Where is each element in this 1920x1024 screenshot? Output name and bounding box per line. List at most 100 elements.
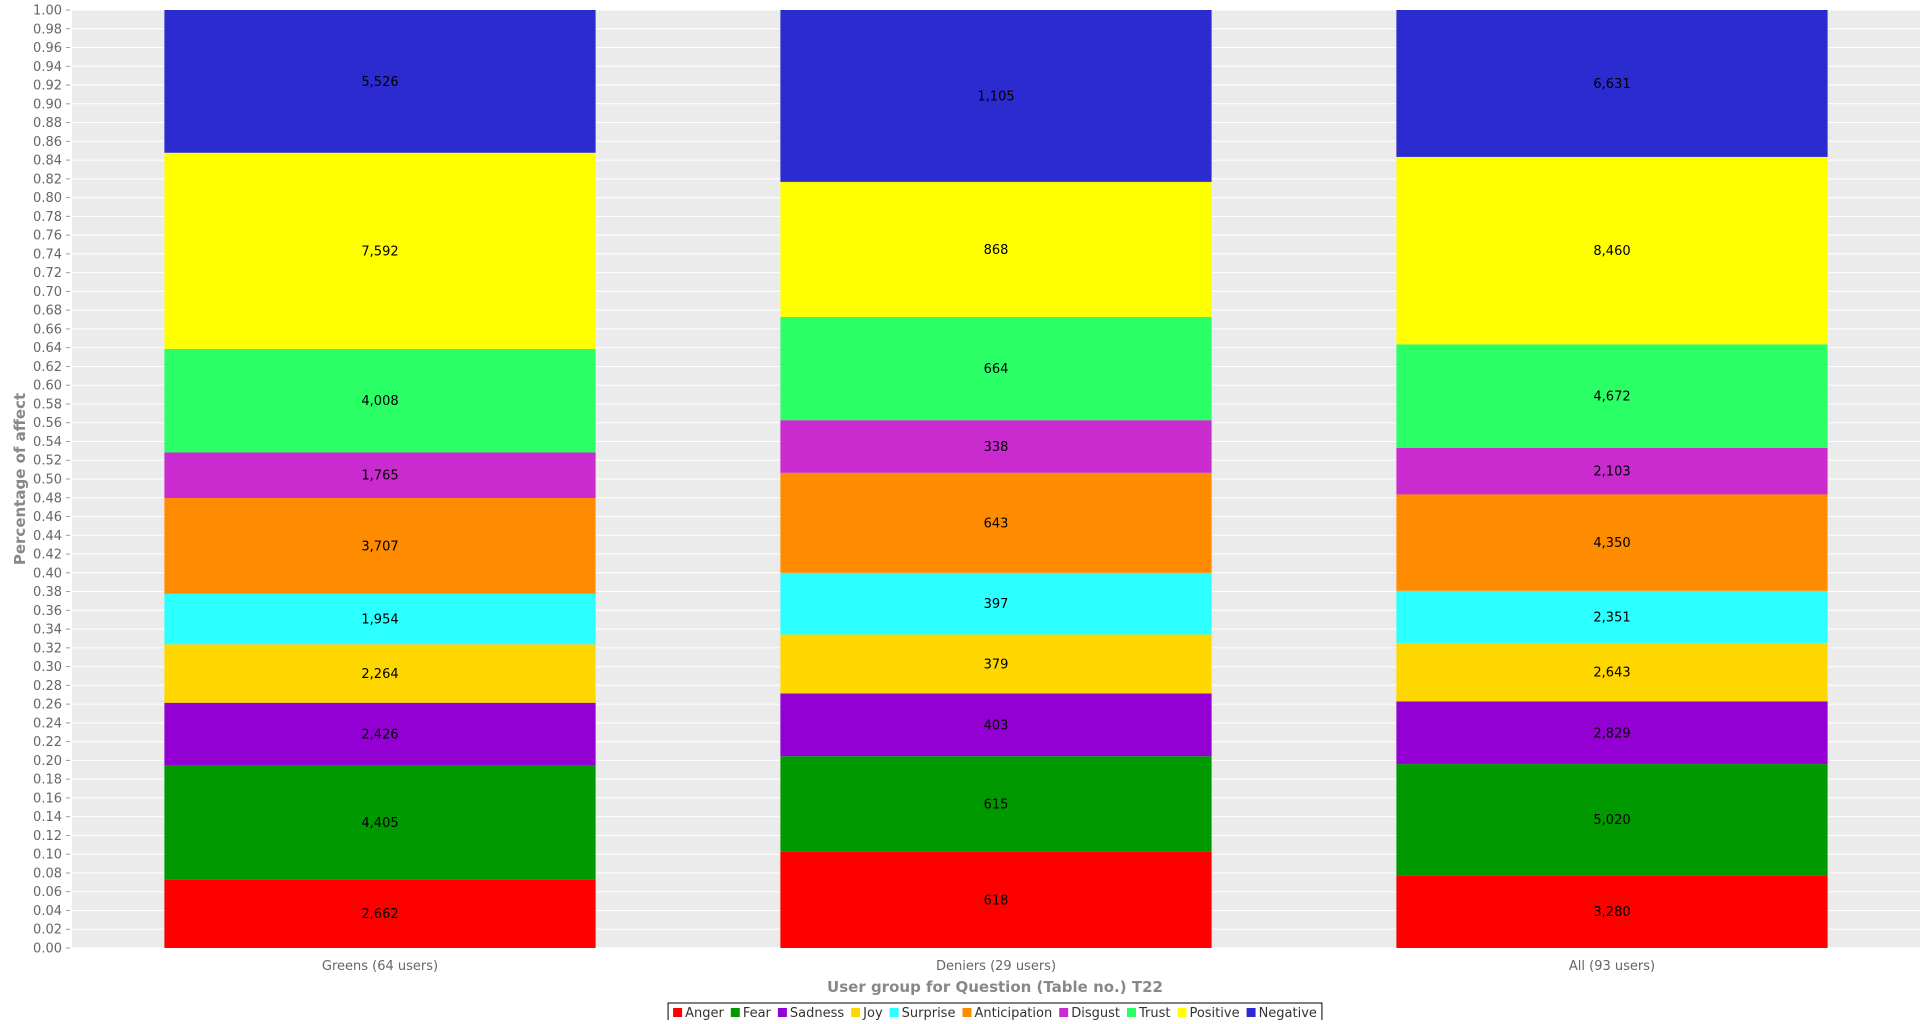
legend-swatch-negative — [1246, 1008, 1256, 1017]
data-label: 4,008 — [361, 394, 398, 409]
y-tick-label: 0.82 — [33, 172, 62, 187]
y-tick-label: 0.04 — [33, 904, 62, 919]
data-label: 397 — [984, 597, 1009, 612]
y-tick-label: 0.00 — [33, 942, 62, 957]
x-tick-label: All (93 users) — [1569, 959, 1655, 974]
data-label: 4,350 — [1593, 536, 1630, 551]
legend-label: Anticipation — [974, 1006, 1052, 1020]
data-label: 5,526 — [361, 75, 398, 90]
data-label: 2,426 — [361, 728, 398, 743]
data-label: 379 — [984, 658, 1009, 673]
y-tick-label: 0.76 — [33, 229, 62, 244]
y-tick-label: 0.64 — [33, 341, 62, 356]
legend-swatch-surprise — [889, 1008, 899, 1017]
y-tick-label: 0.72 — [33, 266, 62, 281]
y-tick-label: 0.36 — [33, 604, 62, 619]
y-tick-label: 0.20 — [33, 754, 62, 769]
y-tick-label: 0.56 — [33, 416, 62, 431]
legend-label: Anger — [685, 1006, 724, 1020]
legend-label: Trust — [1138, 1006, 1170, 1020]
y-tick-label: 0.26 — [33, 698, 62, 713]
y-tick-label: 0.94 — [33, 60, 62, 75]
data-label: 3,280 — [1593, 905, 1630, 920]
y-tick-label: 0.16 — [33, 791, 62, 806]
y-tick-label: 0.96 — [33, 41, 62, 56]
data-label: 2,264 — [361, 667, 398, 682]
y-tick-label: 0.34 — [33, 623, 62, 638]
y-tick-label: 0.44 — [33, 529, 62, 544]
y-tick-label: 0.10 — [33, 848, 62, 863]
legend-swatch-anticipation — [962, 1008, 972, 1017]
y-tick-label: 0.60 — [33, 379, 62, 394]
legend-swatch-fear — [730, 1008, 740, 1017]
y-tick-label: 0.30 — [33, 660, 62, 675]
data-label: 6,631 — [1593, 77, 1630, 92]
data-label: 2,351 — [1593, 610, 1630, 625]
data-label: 5,020 — [1593, 813, 1630, 828]
data-label: 615 — [984, 798, 1009, 813]
stacked-bar-chart: 0.00 0.02 0.04 0.06 0.08 0.10 0.12 0.14 0.16 0.18… — [0, 0, 1920, 1024]
y-tick-label: 0.70 — [33, 285, 62, 300]
legend-label: Surprise — [902, 1006, 956, 1020]
data-label: 2,643 — [1593, 666, 1630, 681]
y-tick-label: 1.00 — [33, 4, 62, 19]
y-tick-label: 0.38 — [33, 585, 62, 600]
legend-label: Sadness — [790, 1006, 844, 1020]
y-tick-label: 0.78 — [33, 210, 62, 225]
data-label: 403 — [984, 718, 1009, 733]
legend-swatch-joy — [851, 1008, 861, 1017]
data-label: 1,105 — [977, 89, 1014, 104]
y-tick-label: 0.88 — [33, 116, 62, 131]
legend-swatch-sadness — [777, 1008, 787, 1017]
y-tick-label: 0.14 — [33, 810, 62, 825]
x-axis-ticks: Greens (64 users) Deniers (29 users) All (… — [322, 959, 1655, 974]
legend-swatch-positive — [1177, 1008, 1187, 1017]
y-tick-label: 0.74 — [33, 247, 62, 262]
y-axis-ticks: 0.00 0.02 0.04 0.06 0.08 0.10 0.12 0.14 0.16 0.18… — [33, 4, 70, 957]
y-axis-title: Percentage of affect — [11, 393, 29, 565]
data-label: 2,662 — [361, 907, 398, 922]
data-label: 4,672 — [1593, 390, 1630, 405]
legend: Anger Fear Sadness Joy Surprise Anticipation D… — [667, 1002, 1323, 1024]
y-tick-label: 0.62 — [33, 360, 62, 375]
data-label: 643 — [984, 516, 1009, 531]
y-tick-label: 0.48 — [33, 491, 62, 506]
legend-swatch-anger — [673, 1008, 683, 1017]
y-tick-label: 0.66 — [33, 322, 62, 337]
data-label: 2,103 — [1593, 465, 1630, 480]
y-tick-label: 0.68 — [33, 304, 62, 319]
y-tick-label: 0.92 — [33, 79, 62, 94]
y-tick-label: 0.98 — [33, 22, 62, 37]
y-tick-label: 0.28 — [33, 679, 62, 694]
y-tick-label: 0.06 — [33, 885, 62, 900]
y-tick-label: 0.80 — [33, 191, 62, 206]
data-label: 664 — [984, 362, 1009, 377]
y-tick-label: 0.50 — [33, 473, 62, 488]
x-tick-label: Greens (64 users) — [322, 959, 438, 974]
data-label: 618 — [984, 893, 1009, 908]
y-tick-label: 0.22 — [33, 735, 62, 750]
data-label: 868 — [984, 243, 1009, 258]
y-tick-label: 0.18 — [33, 773, 62, 788]
data-label: 2,829 — [1593, 726, 1630, 741]
data-label: 8,460 — [1593, 244, 1630, 259]
legend-swatch-disgust — [1059, 1008, 1069, 1017]
data-label: 338 — [984, 440, 1009, 455]
y-tick-label: 0.24 — [33, 716, 62, 731]
y-tick-label: 0.02 — [33, 923, 62, 938]
data-label: 3,707 — [361, 539, 398, 554]
x-axis-title: User group for Question (Table no.) T22 — [827, 978, 1163, 996]
chart-svg: 0.00 0.02 0.04 0.06 0.08 0.10 0.12 0.14 0.16 0.18… — [11, 4, 1920, 1024]
y-tick-label: 0.86 — [33, 135, 62, 150]
legend-swatch-trust — [1126, 1008, 1136, 1017]
y-tick-label: 0.46 — [33, 510, 62, 525]
data-label: 4,405 — [361, 816, 398, 831]
y-tick-label: 0.54 — [33, 435, 62, 450]
legend-label: Positive — [1189, 1006, 1239, 1020]
data-label: 1,954 — [361, 613, 398, 628]
x-tick-label: Deniers (29 users) — [936, 959, 1056, 974]
legend-label: Fear — [743, 1006, 772, 1020]
y-tick-label: 0.40 — [33, 566, 62, 581]
data-label: 7,592 — [361, 244, 398, 259]
legend-label: Negative — [1259, 1006, 1317, 1020]
